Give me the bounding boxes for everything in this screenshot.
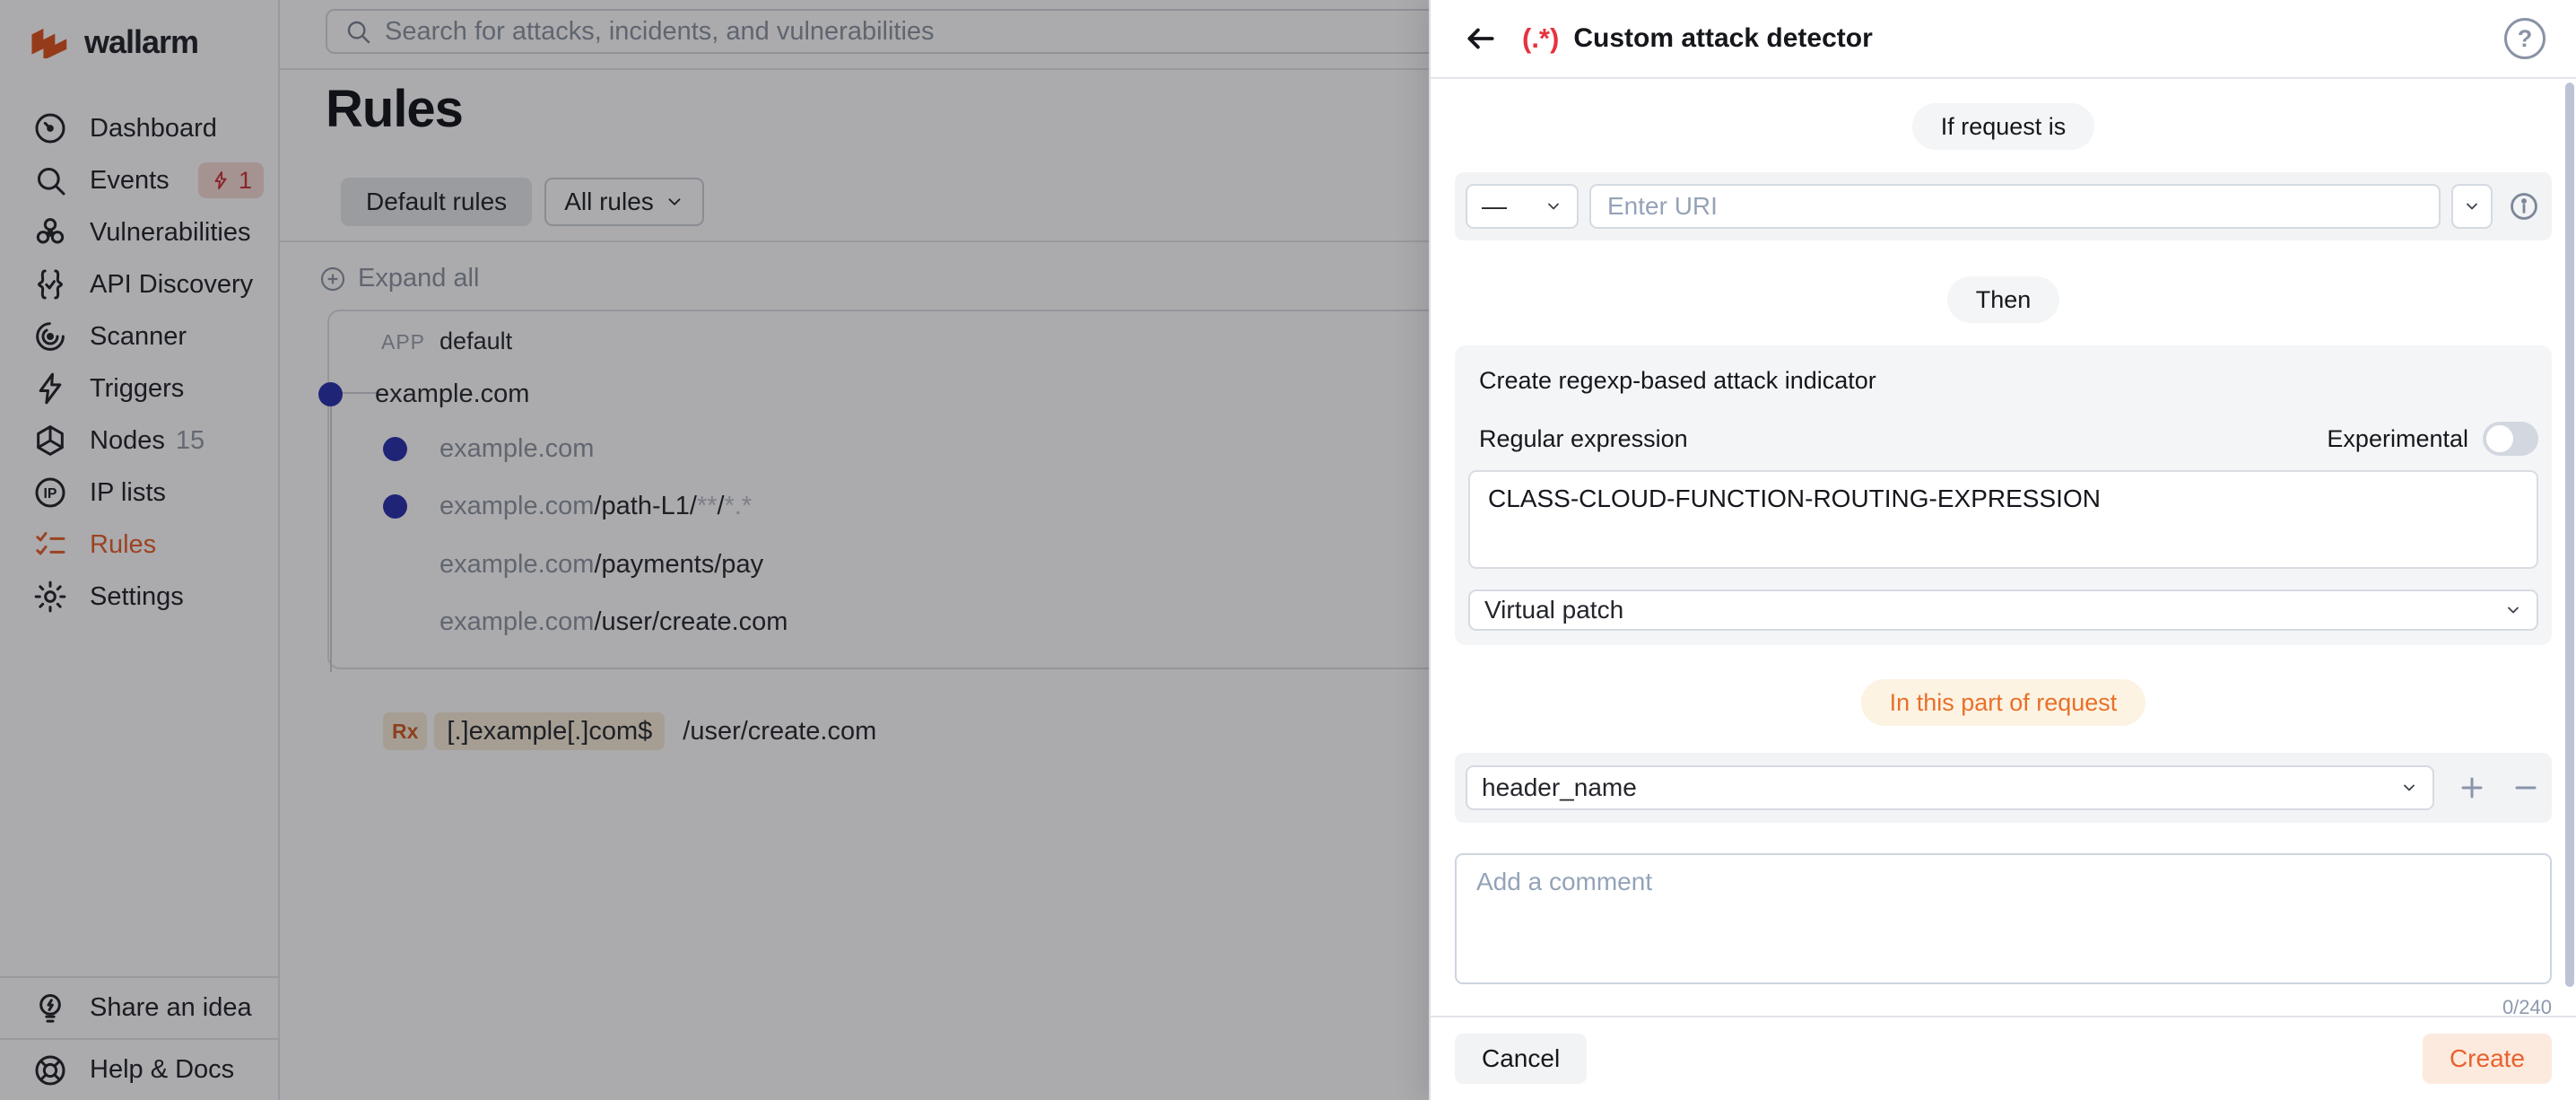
cancel-button[interactable]: Cancel [1455,1034,1587,1084]
then-pill: Then [1947,276,2060,323]
uri-expand-button[interactable] [2451,184,2493,229]
chevron-down-icon [2504,601,2522,619]
action-card-title: Create regexp-based attack indicator [1468,367,2538,395]
attack-type-value: Virtual patch [1484,596,1623,624]
uri-condition-row: — [1455,172,2552,240]
toggle-knob [2486,425,2513,452]
back-button[interactable] [1461,19,1501,58]
add-part-button[interactable] [2458,773,2488,803]
panel-title: Custom attack detector [1573,23,1872,54]
modal-dim-overlay [0,0,1429,1100]
chevron-down-icon [2463,197,2481,215]
regex-value-textarea[interactable]: CLASS-CLOUD-FUNCTION-ROUTING-EXPRESSION [1468,470,2538,569]
custom-attack-detector-panel: (.*) Custom attack detector ? If request… [1429,0,2576,1100]
remove-part-button[interactable] [2511,773,2541,803]
panel-footer: Cancel Create [1431,1016,2576,1100]
wallarm-app: wallarm Dashboard Events 1 Vulnerabiliti… [0,0,2576,1100]
uri-operator-value: — [1482,192,1507,221]
experimental-toggle[interactable] [2483,422,2538,456]
attack-indicator-card: Create regexp-based attack indicator Reg… [1455,345,2552,645]
request-part-pill: In this part of request [1861,679,2146,726]
experimental-label: Experimental [2327,425,2468,453]
attack-type-select[interactable]: Virtual patch [1468,589,2538,631]
panel-header: (.*) Custom attack detector ? [1431,0,2576,79]
help-icon[interactable]: ? [2504,18,2546,59]
regex-label-row: Regular expression Experimental [1468,422,2538,456]
uri-input[interactable] [1589,184,2441,229]
info-icon[interactable] [2507,189,2541,223]
chevron-down-icon [2400,779,2418,797]
panel-body: If request is — Then Create regexp-based… [1431,79,2576,1016]
request-part-select[interactable]: header_name [1466,765,2434,810]
uri-operator-select[interactable]: — [1466,184,1579,229]
chevron-down-icon [1545,197,1562,215]
create-button[interactable]: Create [2423,1034,2552,1084]
if-request-is-pill: If request is [1912,103,2095,150]
arrow-left-icon [1464,22,1498,56]
request-part-row: header_name [1455,753,2552,823]
panel-scrollbar[interactable] [2565,83,2574,987]
plus-icon [2459,774,2485,801]
minus-icon [2512,774,2539,801]
char-counter: 0/240 [1455,996,2552,1016]
regex-type-icon: (.*) [1522,22,1559,55]
comment-textarea[interactable] [1455,853,2552,984]
request-part-value: header_name [1482,773,1637,802]
regex-field-label: Regular expression [1479,425,1688,453]
